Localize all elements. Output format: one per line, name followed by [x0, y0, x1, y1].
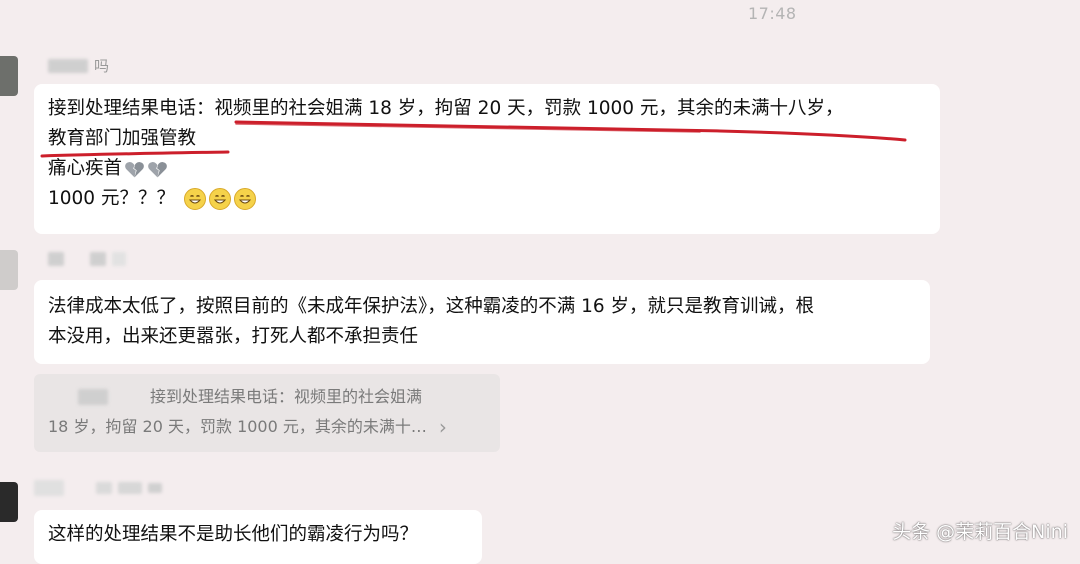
message-bubble[interactable]: 接到处理结果电话：视频里的社会姐满 18 岁，拘留 20 天，罚款 1000 元…: [34, 84, 940, 234]
sender-name-suffix: 吗: [94, 57, 110, 75]
status-time: 17:48: [748, 4, 797, 23]
message-line: 本没用，出来还更嚣张，打死人都不承担责任: [48, 326, 419, 347]
quoted-message[interactable]: 接到处理结果电话：视频里的社会姐满 18 岁，拘留 20 天，罚款 1000 元…: [34, 374, 500, 452]
avatar[interactable]: [0, 482, 18, 522]
watermark: 头条 @茉莉百合Nini: [892, 521, 1068, 543]
grin-emoji-icon: [183, 188, 206, 210]
blurred-name: [148, 483, 162, 493]
blurred-quote-name: [78, 389, 108, 405]
message-text: 痛心疾首: [48, 158, 123, 179]
message-bubble[interactable]: 法律成本太低了，按照目前的《未成年保护法》，这种霸凌的不满 16 岁，就只是教育…: [34, 280, 930, 364]
broken-heart-icon: [125, 161, 144, 177]
blurred-name: [112, 252, 126, 266]
message-line-with-emoji: 1000 元？？？: [48, 184, 926, 214]
message-line-with-emoji: 痛心疾首: [48, 154, 926, 184]
blurred-name: [118, 482, 142, 494]
sender-name: 吗: [48, 55, 109, 76]
grin-emoji-icon: [208, 188, 231, 210]
sender-name: [34, 480, 162, 496]
avatar[interactable]: [0, 250, 18, 290]
blurred-name: [96, 482, 112, 494]
chevron-right-icon[interactable]: ›: [439, 412, 447, 442]
message-text: 1000 元？？？: [48, 188, 175, 209]
grin-emoji-icon: [233, 188, 256, 210]
message-line: 接到处理结果电话：视频里的社会姐满 18 岁，拘留 20 天，罚款 1000 元…: [48, 98, 844, 119]
quote-text: 18 岁，拘留 20 天，罚款 1000 元，其余的未满十…: [48, 417, 427, 436]
message-line: 教育部门加强管教: [48, 128, 197, 149]
blurred-name: [48, 252, 64, 266]
sender-name: [48, 252, 126, 266]
blurred-name: [90, 252, 106, 266]
quote-line: 接到处理结果电话：视频里的社会姐满: [48, 382, 486, 412]
blurred-name: [48, 58, 88, 73]
message-line: 这样的处理结果不是助长他们的霸凌行为吗？: [48, 524, 419, 545]
blurred-name: [34, 480, 64, 496]
quote-text: 接到处理结果电话：视频里的社会姐满: [150, 387, 423, 406]
message-bubble[interactable]: 这样的处理结果不是助长他们的霸凌行为吗？: [34, 510, 482, 564]
message-line: 法律成本太低了，按照目前的《未成年保护法》，这种霸凌的不满 16 岁，就只是教育…: [48, 296, 815, 317]
quote-line: 18 岁，拘留 20 天，罚款 1000 元，其余的未满十… ›: [48, 412, 486, 442]
avatar[interactable]: [0, 56, 18, 96]
broken-heart-icon: [148, 161, 167, 177]
